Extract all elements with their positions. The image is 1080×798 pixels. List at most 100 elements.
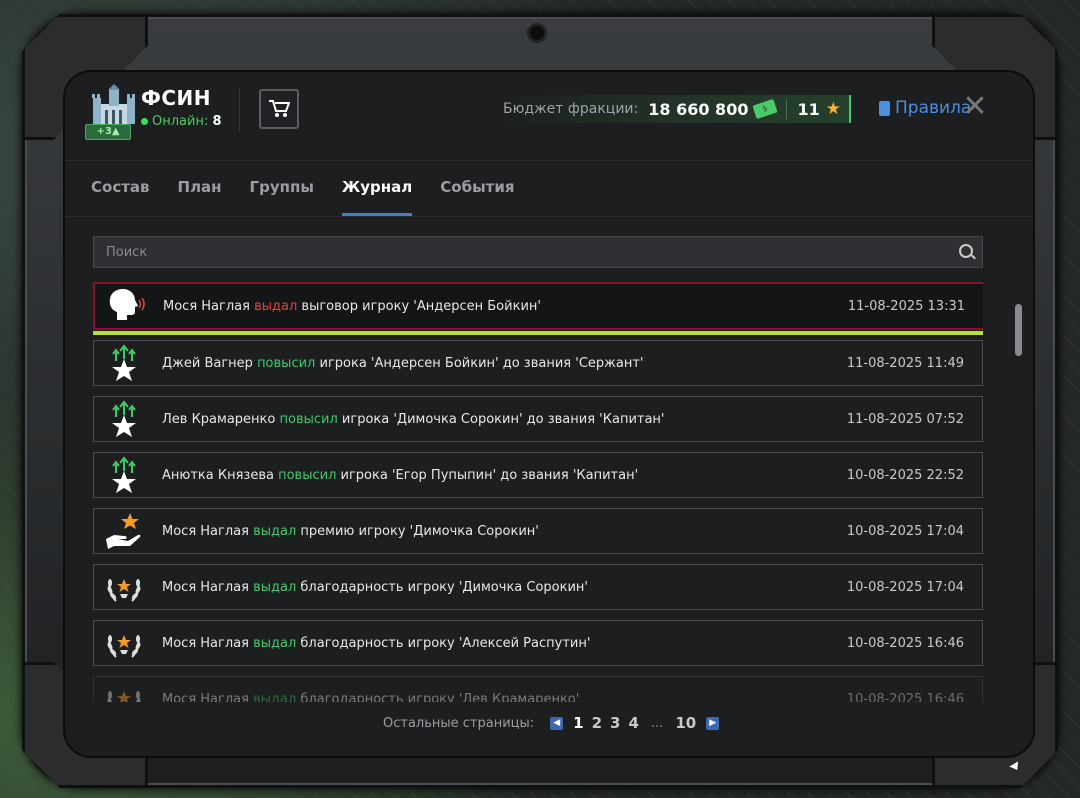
journal-entry-text: Мося Наглая выдал благодарность игроку '… xyxy=(162,636,847,651)
speech-icon xyxy=(105,286,145,326)
budget-bar: Бюджет фракции: 18 660 800 $ 11 ★ xyxy=(495,95,851,123)
action-details: игрока 'Димочка Сорокин' до звания 'Капи… xyxy=(337,411,665,427)
actor-name: Мося Наглая xyxy=(162,523,249,539)
rules-label: Правила xyxy=(895,98,972,118)
journal-row[interactable]: Мося Наглая выдал благодарность игроку '… xyxy=(93,564,983,610)
action-details: премию игроку 'Димочка Сорокин' xyxy=(296,523,539,539)
scrollbar[interactable] xyxy=(1015,304,1022,356)
entry-timestamp: 10-08-2025 22:52 xyxy=(846,467,964,483)
entry-timestamp: 10-08-2025 16:46 xyxy=(846,635,964,651)
journal-row[interactable]: Мося Наглая выдал благодарность игроку '… xyxy=(93,620,983,666)
journal-entry-text: Мося Наглая выдал премию игроку 'Димочка… xyxy=(162,524,847,539)
entry-timestamp: 10-08-2025 17:04 xyxy=(846,579,964,595)
action-verb: выдал xyxy=(253,579,297,595)
journal-entry-text: Лев Крамаренко повысил игрока 'Димочка С… xyxy=(162,412,847,427)
action-verb: выдал xyxy=(254,298,298,314)
journal-row[interactable]: Анютка Князева повысил игрока 'Егор Пупы… xyxy=(93,452,983,498)
budget-value: 18 660 800 xyxy=(648,99,749,119)
online-status: Онлайн: 8 xyxy=(141,114,222,129)
tab-members[interactable]: Состав xyxy=(91,178,150,216)
journal-entry-text: Мося Наглая выдал благодарность игроку '… xyxy=(162,692,847,703)
journal-row[interactable]: Джей Вагнер повысил игрока 'Андерсен Бой… xyxy=(93,340,983,386)
page-ellipsis: ... xyxy=(650,715,664,731)
action-details: выговор игроку 'Андерсен Бойкин' xyxy=(297,298,541,314)
journal-row[interactable]: Мося Наглая выдал премию игроку 'Димочка… xyxy=(93,508,983,554)
online-count: 8 xyxy=(212,114,222,129)
budget-label: Бюджет фракции: xyxy=(503,101,639,117)
tab-journal[interactable]: Журнал xyxy=(341,178,413,216)
pagination: Остальные страницы: ◀ 1 2 3 4 ... 10 ▶ xyxy=(383,714,725,732)
journal-entry-text: Анютка Князева повысил игрока 'Егор Пупы… xyxy=(162,468,847,483)
cart-icon xyxy=(269,100,290,117)
laurel-icon xyxy=(104,567,144,607)
entry-timestamp: 11-08-2025 11:49 xyxy=(846,355,964,371)
divider xyxy=(239,88,240,132)
panel-header: +3▲ ФСИН Онлайн: 8 Бюджет фракции: 18 66… xyxy=(65,72,1033,161)
close-icon: ✕ xyxy=(962,89,988,124)
journal-row[interactable]: Лев Крамаренко повысил игрока 'Димочка С… xyxy=(93,396,983,442)
laurel-icon xyxy=(104,623,144,663)
actor-name: Мося Наглая xyxy=(162,579,249,595)
close-button[interactable]: ✕ xyxy=(961,92,989,122)
action-verb: выдал xyxy=(253,691,297,703)
faction-panel: +3▲ ФСИН Онлайн: 8 Бюджет фракции: 18 66… xyxy=(65,72,1033,756)
page-link[interactable]: 3 xyxy=(610,714,620,732)
page-link[interactable]: 2 xyxy=(592,714,602,732)
page-link[interactable]: 1 xyxy=(573,714,583,732)
journal-entry-text: Мося Наглая выдал выговор игроку 'Андерс… xyxy=(163,299,848,314)
action-details: благодарность игроку 'Лев Крамаренко' xyxy=(296,691,580,703)
actor-name: Лев Крамаренко xyxy=(162,411,276,427)
divider xyxy=(786,99,788,119)
promotion-star-icon xyxy=(104,455,144,495)
entry-timestamp: 11-08-2025 13:31 xyxy=(847,298,965,314)
actor-name: Мося Наглая xyxy=(162,635,249,651)
promotion-star-icon xyxy=(104,343,144,383)
action-details: благодарность игроку 'Димочка Сорокин' xyxy=(296,579,589,595)
faction-name: ФСИН xyxy=(141,86,211,110)
action-details: игрока 'Андерсен Бойкин' до звания 'Серж… xyxy=(315,355,644,371)
journal-entry-text: Мося Наглая выдал благодарность игроку '… xyxy=(162,580,847,595)
tab-plan[interactable]: План xyxy=(178,178,222,216)
prev-page-icon[interactable]: ◀ xyxy=(550,716,564,730)
actor-name: Джей Вагнер xyxy=(162,355,253,371)
tab-groups[interactable]: Группы xyxy=(250,178,314,216)
journal-row[interactable]: Мося Наглая выдал выговор игроку 'Андерс… xyxy=(93,282,983,335)
action-details: игрока 'Егор Пупыпин' до звания 'Капитан… xyxy=(336,467,639,483)
tablet-frame: +3▲ ФСИН Онлайн: 8 Бюджет фракции: 18 66… xyxy=(22,14,1058,788)
actor-name: Мося Наглая xyxy=(163,298,250,314)
online-dot-icon xyxy=(141,118,148,125)
action-verb: выдал xyxy=(253,523,297,539)
action-details: благодарность игроку 'Алексей Распутин' xyxy=(296,635,591,651)
action-verb: повысил xyxy=(257,355,316,371)
action-verb: повысил xyxy=(278,467,337,483)
pagination-label: Остальные страницы: xyxy=(383,715,535,731)
promotion-star-icon xyxy=(104,399,144,439)
star-icon: ★ xyxy=(825,99,841,119)
entry-timestamp: 11-08-2025 07:52 xyxy=(846,411,964,427)
stars-count: 11 xyxy=(797,99,820,119)
shop-button[interactable] xyxy=(259,89,299,129)
page-link[interactable]: 4 xyxy=(628,714,638,732)
action-verb: повысил xyxy=(279,411,338,427)
search-icon[interactable] xyxy=(959,244,973,258)
search-box xyxy=(93,236,983,268)
document-icon xyxy=(879,100,890,116)
next-page-icon[interactable]: ▶ xyxy=(706,716,720,730)
search-input[interactable] xyxy=(94,237,948,267)
laurel-icon xyxy=(104,679,144,702)
action-verb: выдал xyxy=(253,635,297,651)
journal-list: Мося Наглая выдал выговор игроку 'Андерс… xyxy=(93,282,983,702)
entry-timestamp: 10-08-2025 16:46 xyxy=(846,691,964,703)
tab-events[interactable]: События xyxy=(440,178,514,216)
money-icon: $ xyxy=(752,98,779,120)
journal-entry-text: Джей Вагнер повысил игрока 'Андерсен Бой… xyxy=(162,356,847,371)
actor-name: Анютка Князева xyxy=(162,467,274,483)
tab-bar: Состав План Группы Журнал События xyxy=(91,178,542,216)
entry-timestamp: 10-08-2025 17:04 xyxy=(846,523,964,539)
rules-link[interactable]: Правила xyxy=(879,98,971,118)
actor-name: Мося Наглая xyxy=(162,691,249,703)
page-link[interactable]: 10 xyxy=(675,714,696,732)
journal-row[interactable]: Мося Наглая выдал благодарность игроку '… xyxy=(93,676,983,702)
camera-icon xyxy=(530,26,544,40)
divider xyxy=(65,216,1033,217)
